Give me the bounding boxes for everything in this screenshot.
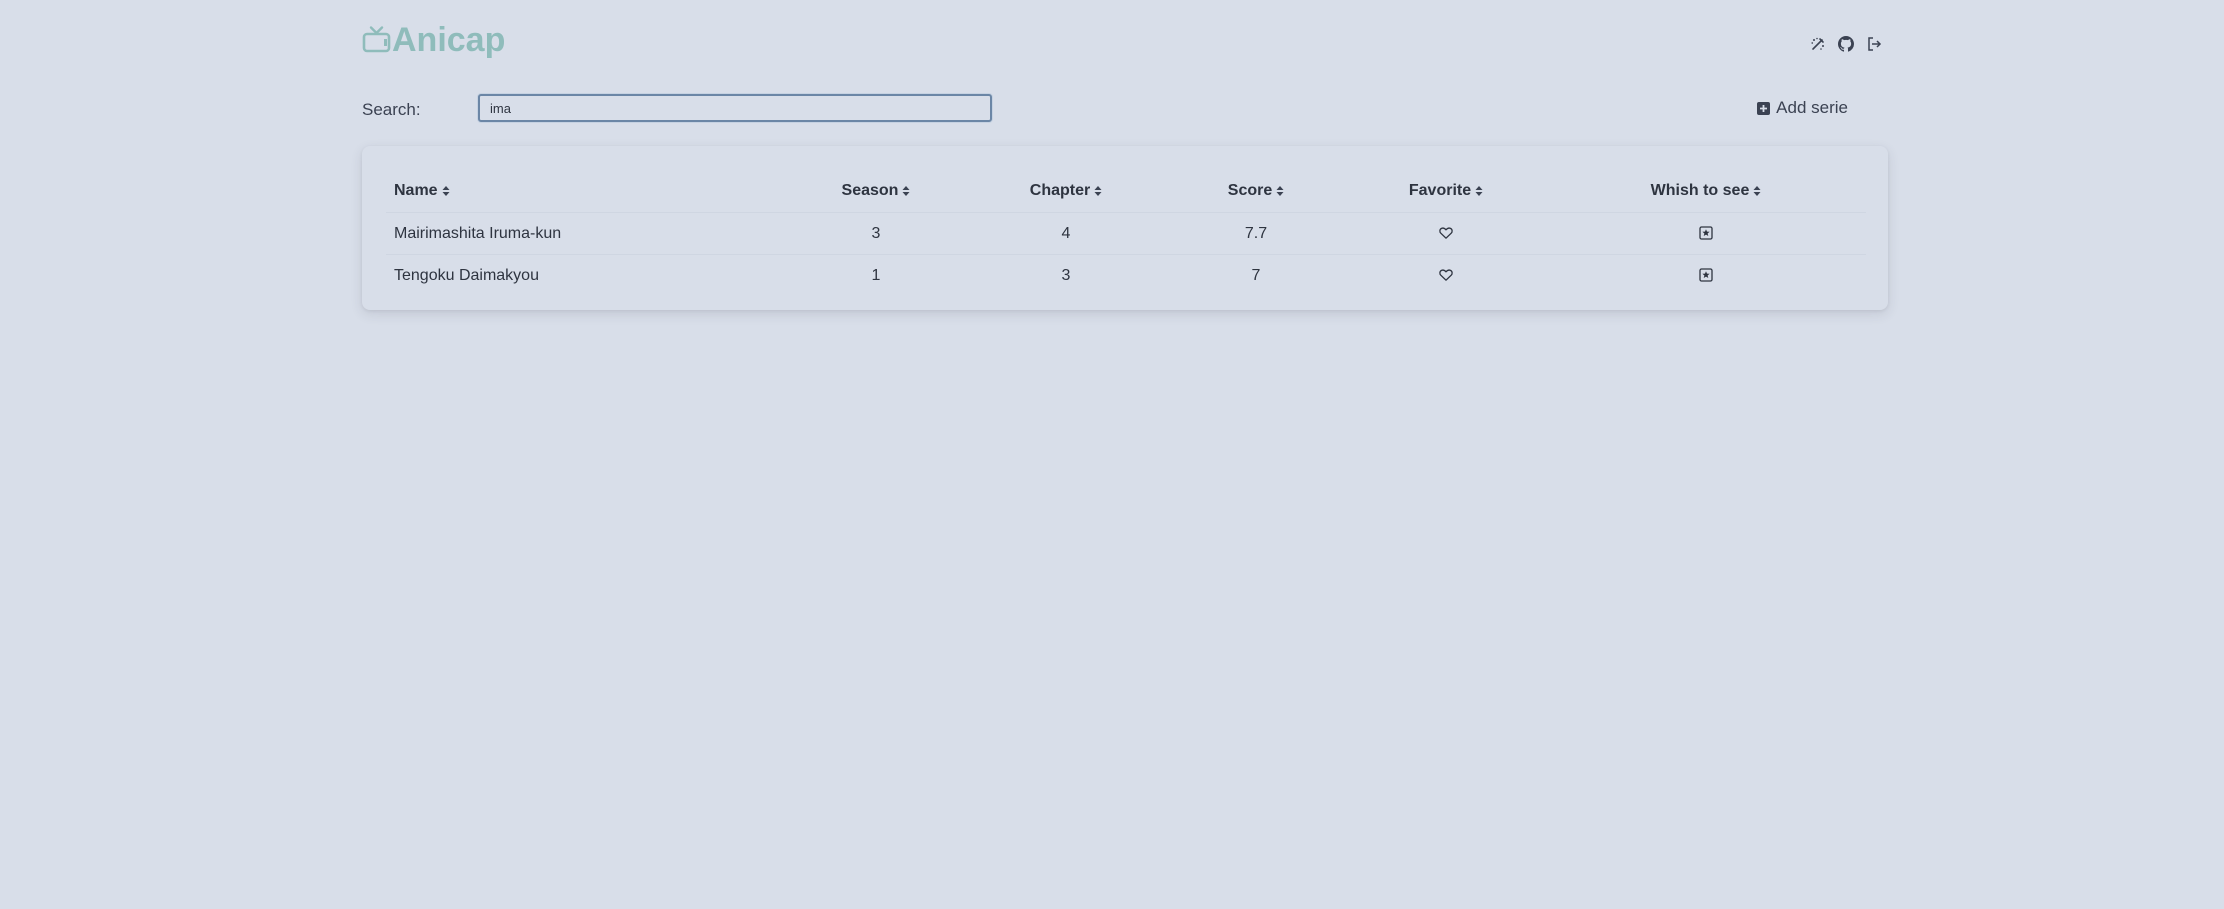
cell-favorite [1346, 212, 1546, 255]
cell-whish-to-see [1546, 212, 1866, 255]
star-square-icon[interactable] [1699, 226, 1713, 240]
sort-icon [1094, 185, 1102, 196]
add-serie-button[interactable]: Add serie [1757, 98, 1848, 118]
github-icon[interactable] [1838, 36, 1854, 52]
column-header-score[interactable]: Score [1166, 170, 1346, 213]
sort-icon [1475, 185, 1483, 196]
series-card: Name Season Chapter Score Favorite Whish… [362, 146, 1888, 310]
cell-name[interactable]: Mairimashita Iruma-kun [386, 212, 786, 255]
column-header-favorite[interactable]: Favorite [1346, 170, 1546, 213]
add-serie-label: Add serie [1776, 98, 1848, 117]
table-row[interactable]: Mairimashita Iruma-kun 3 4 7.7 [386, 212, 1866, 255]
star-square-icon[interactable] [1699, 268, 1713, 282]
column-header-chapter[interactable]: Chapter [966, 170, 1166, 213]
sort-icon [442, 185, 450, 196]
header-actions [1810, 36, 1882, 52]
tv-icon [362, 25, 392, 55]
search-input[interactable] [478, 94, 992, 122]
heart-outline-icon[interactable] [1439, 226, 1453, 240]
logout-icon[interactable] [1866, 36, 1882, 52]
cell-season: 3 [786, 212, 966, 255]
search-label: Search: [362, 100, 421, 119]
table-header-row: Name Season Chapter Score Favorite Whish… [386, 170, 1866, 213]
column-header-season[interactable]: Season [786, 170, 966, 213]
theme-toggle-icon[interactable] [1810, 36, 1826, 52]
heart-outline-icon[interactable] [1439, 268, 1453, 282]
app-logo[interactable]: Anicap [362, 20, 505, 60]
cell-chapter: 3 [1061, 266, 1071, 284]
cell-season: 1 [871, 266, 881, 284]
sort-icon [1276, 185, 1284, 196]
cell-score: 7 [1251, 266, 1261, 284]
cell-score: 7.7 [1166, 212, 1346, 255]
series-table: Name Season Chapter Score Favorite Whish… [386, 170, 1866, 296]
column-header-whish-to-see[interactable]: Whish to see [1546, 170, 1866, 213]
cell-chapter: 4 [966, 212, 1166, 255]
sort-icon [1753, 185, 1761, 196]
column-header-name[interactable]: Name [386, 170, 786, 213]
plus-square-icon [1757, 101, 1771, 115]
cell-whish-to-see [1546, 255, 1866, 297]
cell-name[interactable]: Tengoku Daimakyou [386, 255, 786, 297]
cell-favorite [1346, 255, 1546, 297]
table-row[interactable]: Tengoku Daimakyou 1 3 7 [386, 255, 1866, 297]
sort-icon [902, 185, 910, 196]
app-title: Anicap [392, 21, 506, 59]
